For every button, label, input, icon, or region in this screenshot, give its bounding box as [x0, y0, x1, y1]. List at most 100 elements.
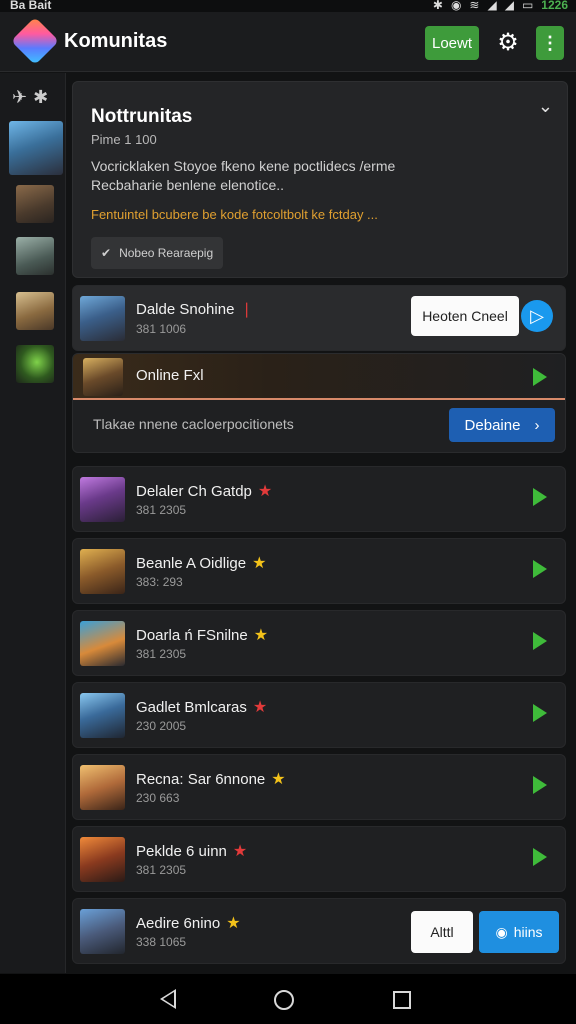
- sidebar-game-avatar-2[interactable]: [16, 185, 54, 223]
- game-title-row: Delaler Ch Gatdp ★: [136, 481, 272, 501]
- game-subtitle: 381 1006: [136, 322, 187, 336]
- signal-icon: ◢: [487, 0, 497, 12]
- play-icon[interactable]: [533, 368, 547, 386]
- expanded-message: Tlakae nnene cacloerpocitionets: [93, 416, 294, 432]
- notification-warning: Fentuintel bcubere be kode fotcoltbolt k…: [91, 207, 378, 222]
- notification-subtitle: Pime 1 100: [91, 132, 157, 147]
- game-title: Aedire 6nino: [136, 914, 221, 932]
- puzzle-icon[interactable]: ✱: [33, 87, 48, 108]
- check-icon: ✔: [101, 246, 112, 260]
- game-row[interactable]: Delaler Ch Gatdp ★ 381 2305: [72, 466, 566, 532]
- status-icons: ✱ ◉ ≋ ◢ ◢ ▭ 1226: [433, 0, 568, 12]
- play-icon[interactable]: [533, 704, 547, 722]
- game-thumbnail: [80, 693, 125, 738]
- login-button[interactable]: Loewt: [425, 26, 479, 60]
- game-row[interactable]: Aedire 6nino ★ 338 1065 Alttl ◉ hiins: [72, 898, 566, 964]
- notification-chip-button[interactable]: ✔ Nobeo Rearaepig: [91, 237, 224, 269]
- game-thumbnail: [80, 621, 125, 666]
- game-row[interactable]: Peklde 6 uinn ★ 381 2305: [72, 826, 566, 892]
- wifi-icon: ≋: [469, 0, 480, 12]
- game-subtitle: 381 2305: [136, 863, 187, 877]
- system-nav-bar: [0, 974, 576, 1024]
- sidebar-tools: ✈ ✱: [12, 87, 48, 108]
- game-title: Recna: Sar 6nnone: [136, 770, 266, 788]
- star-icon: ★: [232, 843, 248, 860]
- main-content: Nottrunitas ⌄ Pime 1 100 Vocricklaken St…: [70, 73, 570, 973]
- play-icon[interactable]: [533, 632, 547, 650]
- star-icon: ★: [257, 483, 273, 500]
- game-thumbnail: [80, 765, 125, 810]
- game-title: Doarla ń FSnilne: [136, 626, 248, 644]
- game-row[interactable]: Gadlet Bmlcaras ★ 230 2005: [72, 682, 566, 748]
- game-title-row: Aedire 6nino ★: [136, 913, 241, 933]
- notification-card: Nottrunitas ⌄ Pime 1 100 Vocricklaken St…: [72, 81, 568, 278]
- status-bar: Ba Bait ✱ ◉ ≋ ◢ ◢ ▭ 1226: [0, 0, 576, 12]
- game-title: Dalde Snohine: [136, 300, 235, 318]
- chevron-right-icon: ›: [534, 416, 540, 434]
- play-icon[interactable]: [533, 848, 547, 866]
- notification-body: Vocricklaken Stoyoe fkeno kene poctlidec…: [91, 158, 396, 193]
- game-subtitle: 338 1065: [136, 935, 187, 949]
- game-title: Gadlet Bmlcaras: [136, 698, 247, 716]
- clock: 1226: [541, 0, 568, 12]
- chevron-down-icon[interactable]: ⌄: [538, 96, 553, 117]
- secondary-action-button[interactable]: Alttl: [411, 911, 473, 953]
- sidebar-game-avatar-5[interactable]: [16, 345, 54, 383]
- game-title-row: Recna: Sar 6nnone ★: [136, 769, 286, 789]
- game-thumbnail: [80, 909, 125, 954]
- game-title: Delaler Ch Gatdp: [136, 482, 252, 500]
- app-title: Komunitas: [64, 30, 168, 52]
- game-thumbnail: [80, 296, 125, 341]
- game-title: Peklde 6 uinn: [136, 842, 227, 860]
- primary-action-button[interactable]: ◉ hiins: [479, 911, 559, 953]
- expanded-action-button[interactable]: Debaine ›: [449, 408, 555, 442]
- featured-game-row[interactable]: Dalde Snohine ❘ 381 1006 Heoten Cneel ▷: [72, 285, 566, 351]
- game-thumbnail: [80, 549, 125, 594]
- game-row[interactable]: Recna: Sar 6nnone ★ 230 663: [72, 754, 566, 820]
- star-icon: ★: [252, 555, 267, 572]
- signal-2-icon: ◢: [504, 0, 514, 12]
- flag-icon: ❘: [240, 301, 253, 318]
- recents-icon[interactable]: [393, 991, 411, 1009]
- star-icon: ★: [253, 627, 269, 644]
- game-title-row: Gadlet Bmlcaras ★: [136, 697, 267, 717]
- star-icon: ★: [271, 771, 286, 788]
- primary-action-label: hiins: [513, 924, 543, 940]
- game-thumbnail: [80, 837, 125, 882]
- game-subtitle: 381 2305: [136, 503, 187, 517]
- game-subtitle: 383: 293: [136, 575, 183, 589]
- alarm-icon: ◉: [450, 0, 462, 12]
- game-subtitle: 381 2305: [136, 647, 187, 661]
- expanded-button-label: Debaine: [464, 416, 521, 434]
- gear-icon[interactable]: ⚙: [493, 28, 523, 58]
- home-icon[interactable]: [274, 990, 294, 1010]
- sidebar-game-avatar-4[interactable]: [16, 292, 54, 330]
- play-icon[interactable]: [533, 776, 547, 794]
- game-thumbnail: [83, 358, 123, 396]
- app-bar: Komunitas Loewt ⚙ ⋮: [0, 12, 576, 72]
- app-logo: [10, 16, 60, 66]
- more-menu-button[interactable]: ⋮: [536, 26, 564, 60]
- sidebar-game-avatar-1[interactable]: [9, 121, 63, 175]
- plane-icon[interactable]: ✈: [12, 87, 27, 108]
- info-icon: ◉: [495, 923, 508, 940]
- notification-title: Nottrunitas: [91, 106, 193, 127]
- chip-label: Nobeo Rearaepig: [119, 246, 214, 260]
- expanded-row-header[interactable]: Online Fxl: [73, 354, 565, 400]
- play-icon[interactable]: [533, 488, 547, 506]
- game-title-row: Peklde 6 uinn ★: [136, 841, 247, 861]
- game-row[interactable]: Doarla ń FSnilne ★ 381 2305: [72, 610, 566, 676]
- bluetooth-icon: ✱: [432, 0, 443, 12]
- play-circle-icon[interactable]: ▷: [521, 300, 553, 332]
- sidebar: ✈ ✱: [0, 73, 66, 973]
- game-title-row: Beanle A Oidlige ★: [136, 553, 266, 573]
- game-row[interactable]: Beanle A Oidlige ★ 383: 293: [72, 538, 566, 604]
- featured-action-button[interactable]: Heoten Cneel: [411, 296, 519, 336]
- game-thumbnail: [80, 477, 125, 522]
- game-title: Beanle A Oidlige: [136, 554, 247, 572]
- back-icon-inner: [163, 992, 174, 1006]
- play-icon[interactable]: [533, 560, 547, 578]
- sidebar-game-avatar-3[interactable]: [16, 237, 54, 275]
- game-title: Online Fxl: [136, 367, 204, 384]
- expanded-game-row: Online Fxl Tlakae nnene cacloerpocitione…: [72, 353, 566, 453]
